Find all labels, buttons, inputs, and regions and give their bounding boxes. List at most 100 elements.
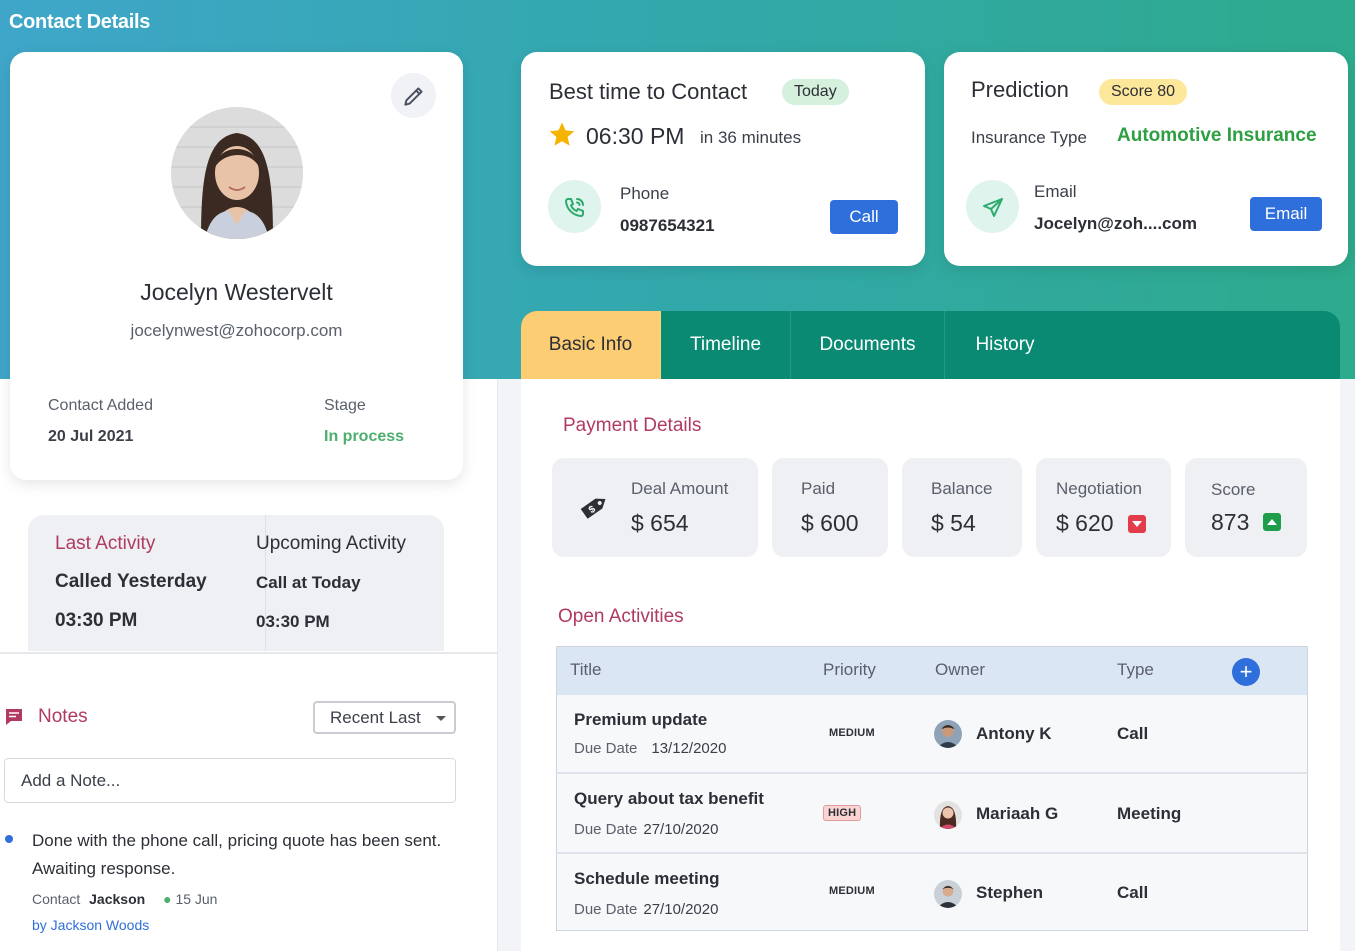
notes-icon [4, 707, 24, 727]
table-row[interactable]: Premium update Due Date 13/12/2020 MEDIUM… [557, 695, 1307, 774]
due-date: 27/10/2020 [643, 901, 719, 918]
due-label: Due Date [574, 901, 638, 918]
activity-type: Call [1117, 724, 1149, 743]
add-note-input[interactable] [4, 758, 456, 803]
activity-due: Due Date 13/12/2020 [574, 740, 726, 757]
column-header-priority: Priority [823, 660, 876, 679]
note-meta: Contact Jackson ● 15 Jun [32, 885, 452, 913]
note-contact-name[interactable]: Jackson [89, 891, 145, 907]
tab-history[interactable]: History [945, 311, 1065, 379]
dot-icon: ● [163, 891, 172, 907]
due-label: Due Date [574, 821, 638, 838]
contact-added-value: 20 Jul 2021 [48, 428, 134, 445]
call-button[interactable]: Call [830, 200, 898, 234]
stage-value: In process [324, 428, 405, 445]
stat-label: Balance [931, 479, 993, 498]
plus-icon: + [1239, 659, 1253, 684]
insurance-type-value: Automotive Insurance [1117, 125, 1317, 146]
owner-name: Antony K [976, 724, 1052, 743]
phone-icon-circle [548, 180, 601, 233]
page-title: Contact Details [9, 11, 151, 33]
email-icon-circle [966, 180, 1019, 233]
payment-details-title: Payment Details [563, 415, 702, 436]
owner-avatar [934, 880, 962, 908]
tab-basic-info[interactable]: Basic Info [521, 311, 661, 379]
last-activity-label: Last Activity [55, 533, 156, 554]
score-badge: Score 80 [1099, 79, 1188, 105]
prediction-card: Prediction Score 80 Insurance Type Autom… [944, 52, 1348, 266]
note-date: 15 Jun [175, 891, 218, 907]
notes-title: Notes [38, 706, 88, 727]
email-label: Email [1034, 182, 1077, 201]
activity-title: Query about tax benefit [574, 789, 764, 808]
notes-sort-select[interactable]: Recent Last [313, 701, 456, 734]
table-row[interactable]: Query about tax benefit Due Date 27/10/20… [557, 774, 1307, 854]
upcoming-activity-time: 03:30 PM [256, 612, 330, 631]
send-icon [982, 197, 1003, 217]
best-time-card: Best time to Contact Today 06:30 PM in 3… [521, 52, 925, 266]
chevron-down-icon [436, 716, 446, 721]
activity-type: Meeting [1117, 804, 1182, 823]
owner-avatar [934, 720, 962, 748]
upcoming-activity-label: Upcoming Activity [256, 533, 406, 554]
owner-avatar [934, 801, 962, 829]
negotiation-stat: Negotiation $ 620 [1036, 458, 1171, 557]
tab-bar: Basic Info Timeline Documents History [521, 311, 1340, 379]
note-author[interactable]: by Jackson Woods [32, 913, 452, 937]
priority-badge: MEDIUM [829, 727, 875, 739]
price-tag-icon: $ [574, 487, 614, 532]
today-badge: Today [782, 79, 849, 105]
due-date: 27/10/2020 [643, 821, 719, 838]
phone-value: 0987654321 [620, 216, 715, 235]
divider [0, 652, 498, 654]
trend-down-icon [1128, 515, 1146, 533]
prediction-title: Prediction [971, 77, 1069, 102]
edit-button[interactable] [391, 73, 436, 118]
stat-value: $ 600 [801, 510, 859, 536]
table-header: Title Priority Owner Type + [557, 647, 1307, 695]
notes-sort-value: Recent Last [330, 708, 421, 727]
best-time-title: Best time to Contact [549, 79, 748, 104]
last-activity-value: Called Yesterday [55, 571, 207, 592]
due-label: Due Date [574, 740, 638, 757]
note-text: Done with the phone call, pricing quote … [32, 831, 442, 878]
best-time-relative: in 36 minutes [700, 128, 802, 147]
stat-value: $ 654 [631, 510, 689, 536]
activity-summary: Last Activity Called Yesterday 03:30 PM … [28, 515, 444, 651]
deal-amount-stat: $ Deal Amount $ 654 [552, 458, 758, 557]
best-time-value: 06:30 PM [586, 123, 685, 149]
pencil-icon [403, 86, 423, 106]
last-activity-time: 03:30 PM [55, 610, 138, 631]
paid-stat: Paid $ 600 [772, 458, 888, 557]
email-button[interactable]: Email [1250, 197, 1322, 231]
stat-label: Deal Amount [631, 479, 729, 498]
activity-title: Premium update [574, 710, 708, 729]
avatar [171, 107, 303, 239]
stat-label: Paid [801, 479, 836, 498]
contact-added-label: Contact Added [48, 397, 153, 414]
email-value: Jocelyn@zoh....com [1034, 214, 1198, 233]
tab-timeline[interactable]: Timeline [661, 311, 791, 379]
note-item: Done with the phone call, pricing quote … [32, 827, 452, 937]
add-activity-button[interactable]: + [1232, 658, 1260, 686]
column-header-title: Title [570, 660, 602, 679]
activity-due: Due Date 27/10/2020 [574, 901, 718, 918]
stage-label: Stage [324, 397, 366, 414]
stat-label: Negotiation [1056, 479, 1143, 498]
owner-name: Mariaah G [976, 804, 1059, 823]
owner-name: Stephen [976, 883, 1044, 902]
stat-value: 873 [1211, 509, 1250, 535]
tab-documents[interactable]: Documents [791, 311, 945, 379]
table-row[interactable]: Schedule meeting Due Date 27/10/2020 MEDI… [557, 854, 1307, 930]
phone-label: Phone [620, 184, 670, 203]
activity-type: Call [1117, 883, 1149, 902]
insurance-type-label: Insurance Type [971, 128, 1087, 147]
stat-value: $ 620 [1056, 510, 1114, 536]
column-header-owner: Owner [935, 660, 986, 679]
balance-stat: Balance $ 54 [902, 458, 1022, 557]
score-stat: Score 873 [1185, 458, 1307, 557]
activity-title: Schedule meeting [574, 869, 720, 888]
contact-name: Jocelyn Westervelt [140, 279, 333, 305]
contact-email: jocelynwest@zohocorp.com [130, 321, 343, 340]
note-bullet [5, 835, 13, 843]
